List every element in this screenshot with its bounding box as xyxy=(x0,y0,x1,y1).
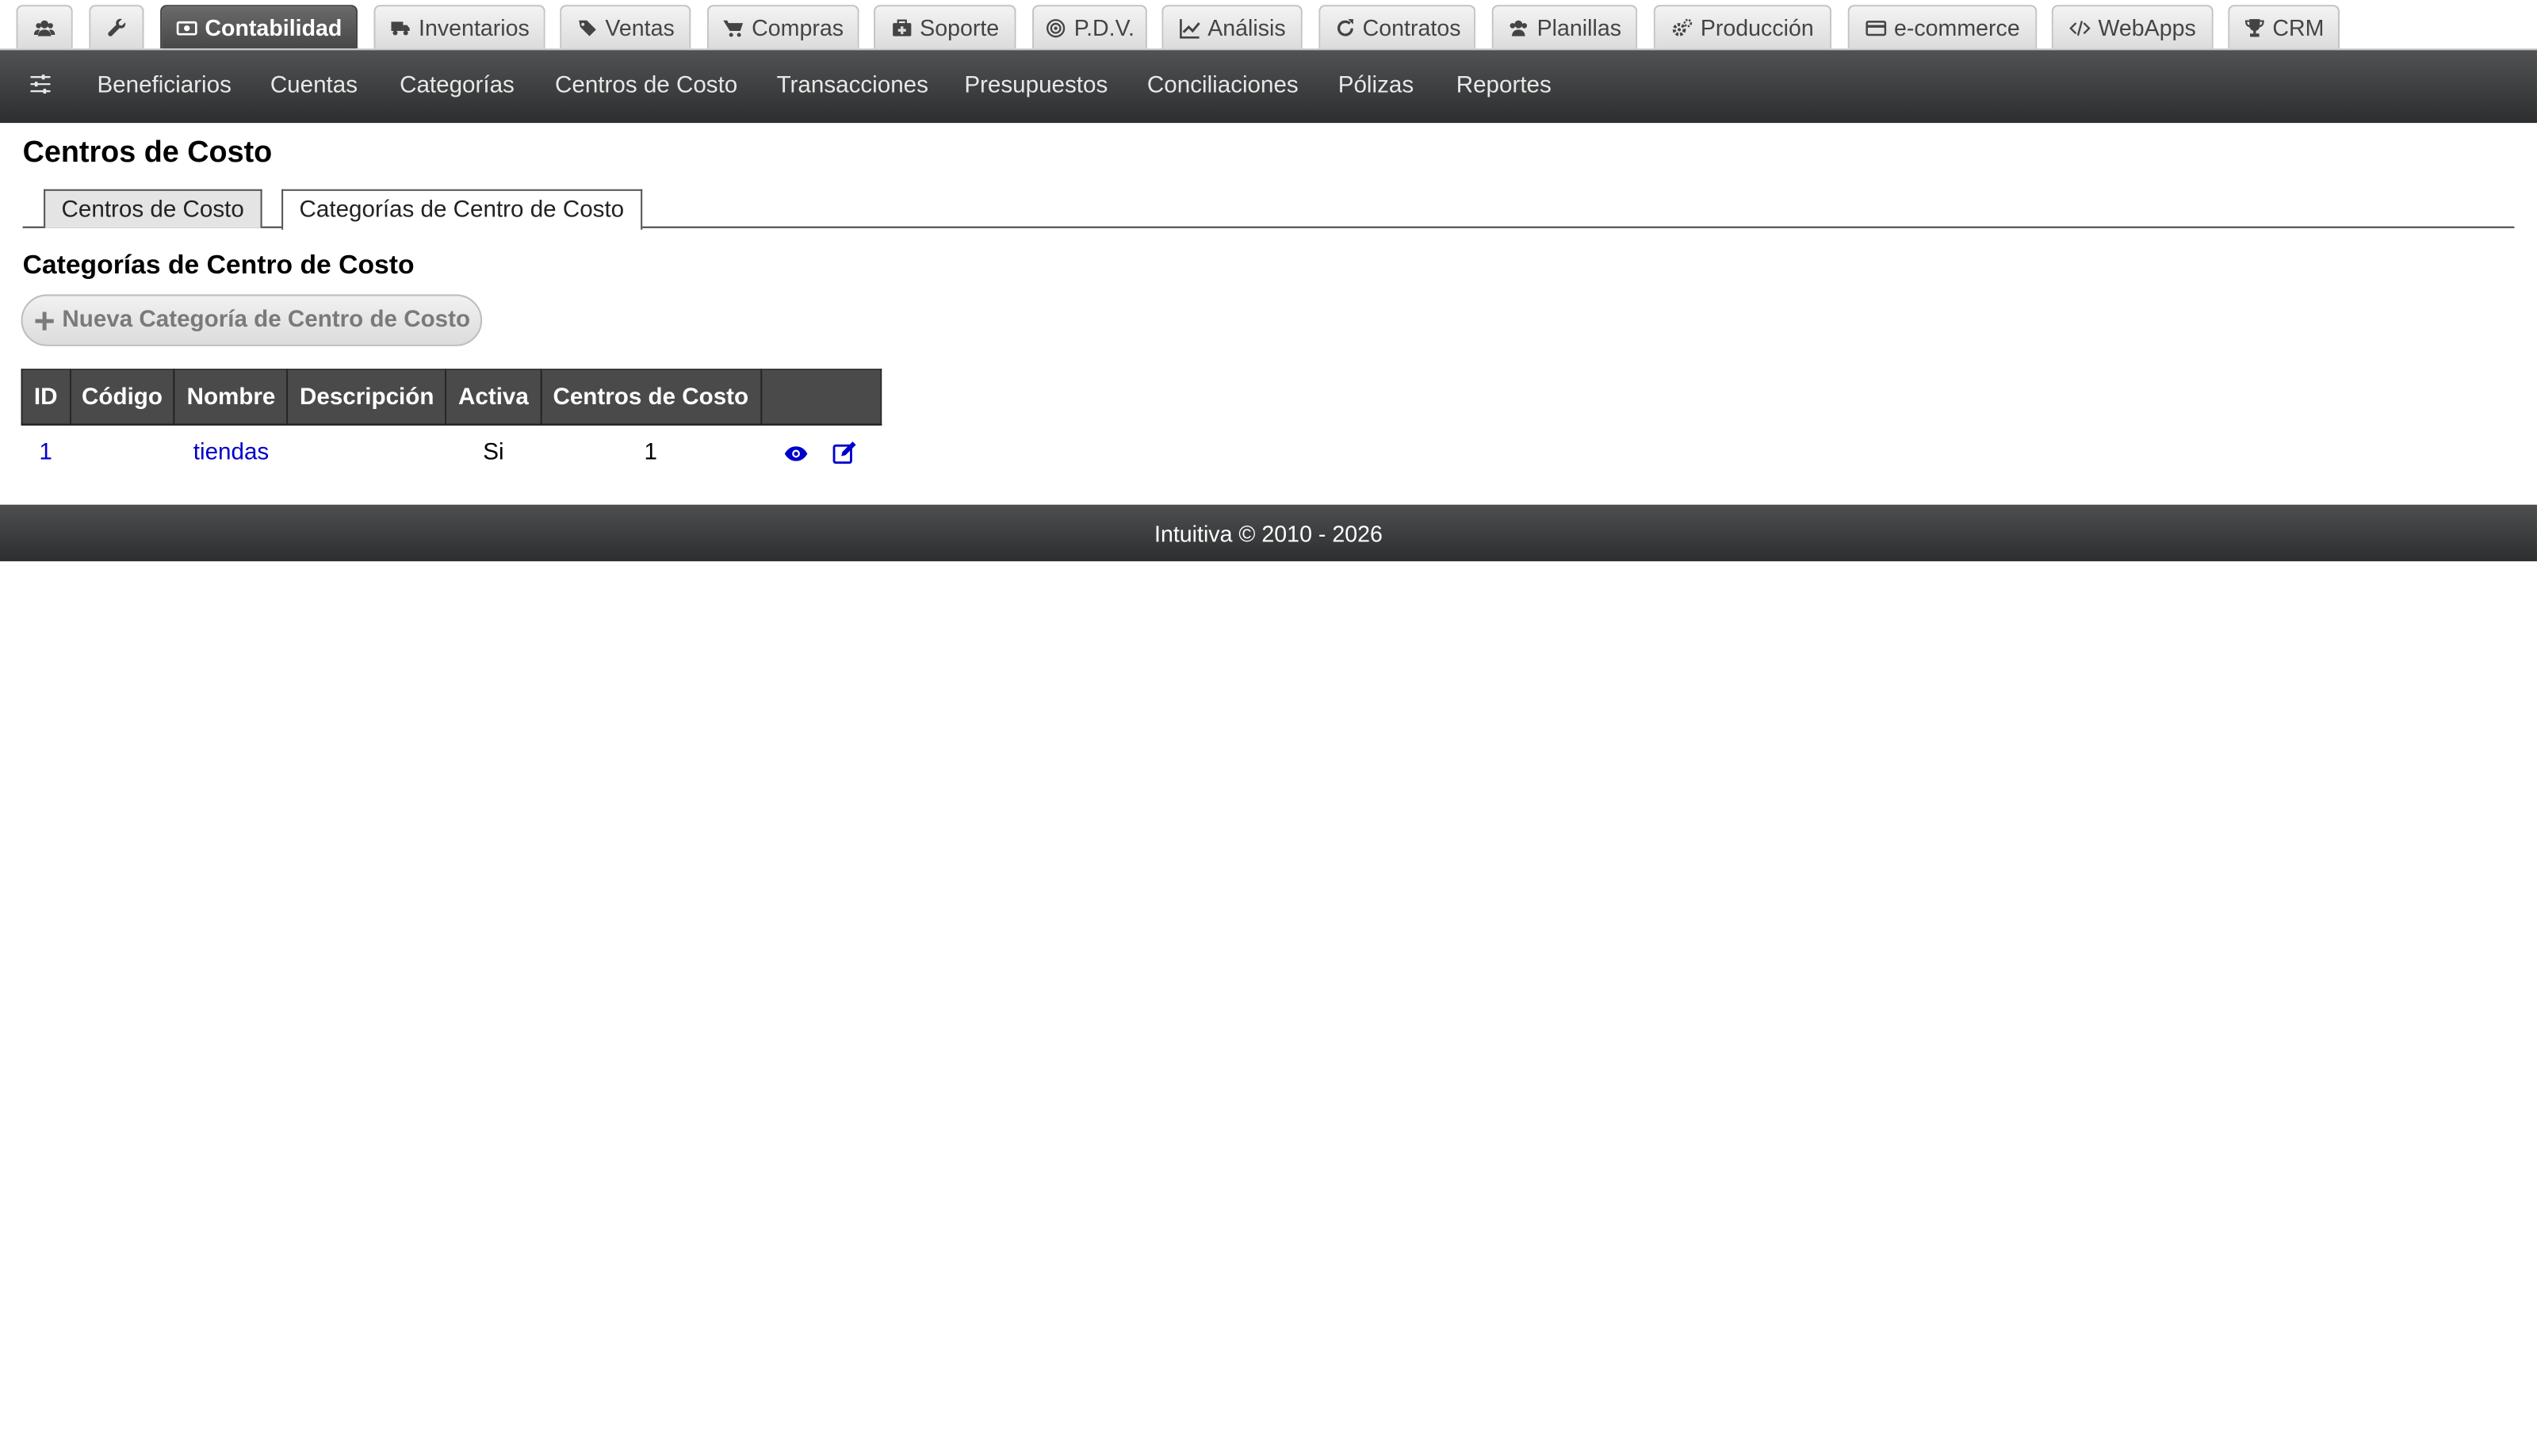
row-id-link[interactable]: 1 xyxy=(39,440,52,466)
module-tab-label: Planillas xyxy=(1536,14,1622,41)
row-codigo xyxy=(70,425,175,480)
module-tab-webapps[interactable]: WebApps xyxy=(2051,5,2214,49)
module-tab-planillas[interactable]: Planillas xyxy=(1491,5,1638,49)
footer: Intuitiva © 2010 - 2026 xyxy=(0,504,2537,562)
column-header-codigo[interactable]: Código xyxy=(68,369,176,426)
module-tab-label: WebApps xyxy=(2098,14,2196,41)
module-tab-pdv[interactable]: P.D.V. xyxy=(1032,5,1147,49)
cart-icon xyxy=(722,16,745,39)
module-tab-soporte[interactable]: Soporte xyxy=(874,5,1016,49)
refresh-icon xyxy=(1334,16,1357,39)
module-tab-label: Producción xyxy=(1700,14,1814,41)
sliders-icon[interactable] xyxy=(29,73,52,96)
column-header-nombre[interactable]: Nombre xyxy=(174,369,289,426)
chart-line-icon xyxy=(1178,16,1201,39)
module-tab-crm[interactable]: CRM xyxy=(2228,5,2340,49)
subnav-item-centros-de-costo[interactable]: Centros de Costo xyxy=(555,50,737,123)
module-tab-produccion[interactable]: Producción xyxy=(1653,5,1832,49)
subnav-item-transacciones[interactable]: Transacciones xyxy=(777,50,928,123)
module-tab-bar: Contabilidad Inventarios Ventas Compras … xyxy=(0,0,2537,51)
column-header-id[interactable]: ID xyxy=(21,369,71,426)
plus-icon xyxy=(33,309,56,332)
edit-icon[interactable] xyxy=(832,440,858,466)
row-descripcion xyxy=(288,425,446,480)
subnav-item-polizas[interactable]: Pólizas xyxy=(1338,50,1414,123)
medkit-icon xyxy=(890,16,913,39)
page-title: Centros de Costo xyxy=(22,134,273,169)
section-title: Categorías de Centro de Costo xyxy=(22,250,415,281)
column-header-centros-de-costo[interactable]: Centros de Costo xyxy=(540,369,762,426)
row-centros-de-costo: 1 xyxy=(644,440,658,466)
module-tab-label: Soporte xyxy=(920,14,1000,41)
trophy-icon xyxy=(2244,16,2267,39)
tags-icon xyxy=(576,16,599,39)
module-tab-label: Análisis xyxy=(1207,14,1286,41)
sub-navbar: Beneficiarios Cuentas Categorías Centros… xyxy=(0,50,2537,124)
subnav-item-conciliaciones[interactable]: Conciliaciones xyxy=(1147,50,1299,123)
subnav-item-cuentas[interactable]: Cuentas xyxy=(270,50,358,123)
row-activa: Si xyxy=(483,440,504,466)
module-tab-label: Contratos xyxy=(1362,14,1461,41)
categories-table: ID Código Nombre Descripción Activa Cent… xyxy=(21,369,882,480)
column-header-actions xyxy=(760,369,882,426)
tab-categorias-centro-costo[interactable]: Categorías de Centro de Costo xyxy=(281,189,642,230)
table-header-row: ID Código Nombre Descripción Activa Cent… xyxy=(21,369,882,426)
module-tab-label: Ventas xyxy=(605,14,675,41)
column-header-descripcion[interactable]: Descripción xyxy=(286,369,447,426)
module-tab-analisis[interactable]: Análisis xyxy=(1161,5,1303,49)
eye-icon[interactable] xyxy=(783,440,809,466)
module-tab-label: Contabilidad xyxy=(205,14,342,41)
new-category-button[interactable]: Nueva Categoría de Centro de Costo xyxy=(21,294,483,346)
wrench-icon xyxy=(105,16,128,39)
users-icon xyxy=(33,16,56,39)
module-tab-users[interactable] xyxy=(16,5,73,49)
tab-centros-de-costo[interactable]: Centros de Costo xyxy=(44,189,262,228)
module-tab-inventarios[interactable]: Inventarios xyxy=(373,5,545,49)
module-tab-label: P.D.V. xyxy=(1073,14,1135,41)
money-icon xyxy=(176,16,199,39)
row-actions xyxy=(760,425,880,480)
truck-icon xyxy=(389,16,412,39)
footer-text: Intuitiva © 2010 - 2026 xyxy=(1154,520,1383,546)
subnav-item-categorias[interactable]: Categorías xyxy=(400,50,515,123)
module-tab-label: e-commerce xyxy=(1893,14,2020,41)
target-icon xyxy=(1045,16,1068,39)
cogs-icon xyxy=(1671,16,1694,39)
table-row: 1 tiendas Si 1 xyxy=(22,425,881,480)
module-tab-ventas[interactable]: Ventas xyxy=(560,5,691,49)
subnav-item-beneficiarios[interactable]: Beneficiarios xyxy=(97,50,231,123)
module-tab-label: CRM xyxy=(2272,14,2325,41)
module-tab-label: Compras xyxy=(752,14,844,41)
column-header-activa[interactable]: Activa xyxy=(445,369,542,426)
code-icon xyxy=(2069,16,2092,39)
module-tab-label: Inventarios xyxy=(419,14,530,41)
module-tab-contratos[interactable]: Contratos xyxy=(1318,5,1476,49)
credit-card-icon xyxy=(1865,16,1888,39)
module-tab-tools[interactable] xyxy=(89,5,144,49)
module-tab-contabilidad[interactable]: Contabilidad xyxy=(160,5,358,49)
subnav-item-presupuestos[interactable]: Presupuestos xyxy=(964,50,1108,123)
row-nombre-link[interactable]: tiendas xyxy=(193,440,269,466)
subnav-item-reportes[interactable]: Reportes xyxy=(1456,50,1552,123)
module-tab-ecommerce[interactable]: e-commerce xyxy=(1847,5,2038,49)
users-icon xyxy=(1508,16,1531,39)
new-category-label: Nueva Categoría de Centro de Costo xyxy=(62,307,471,334)
module-tab-compras[interactable]: Compras xyxy=(706,5,859,49)
